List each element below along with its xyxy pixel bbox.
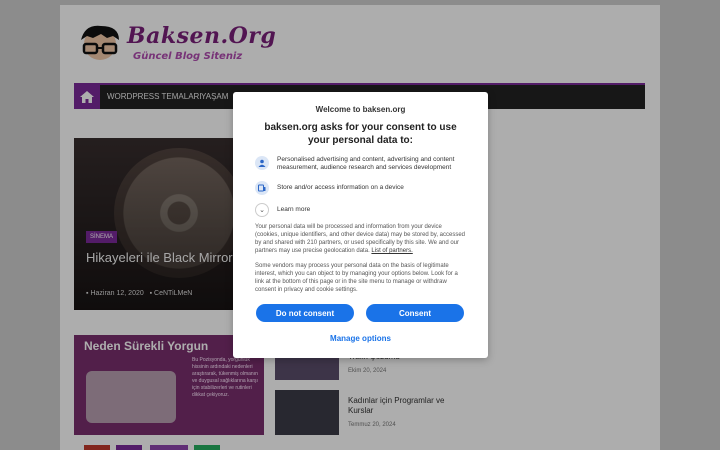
partners-link[interactable]: List of partners. xyxy=(371,248,412,254)
manage-options-link[interactable]: Manage options xyxy=(233,334,488,343)
consent-button[interactable]: Consent xyxy=(366,304,464,322)
consent-dialog: Welcome to baksen.org baksen.org asks fo… xyxy=(233,92,488,358)
consent-paragraph-1: Your personal data will be processed and… xyxy=(255,224,466,254)
chevron-down-icon: ⌄ xyxy=(255,203,269,217)
device-icon xyxy=(255,181,269,195)
learn-more-label: Learn more xyxy=(277,206,311,213)
person-icon xyxy=(255,156,269,170)
consent-paragraph-2: Some vendors may process your personal d… xyxy=(255,263,458,293)
do-not-consent-button[interactable]: Do not consent xyxy=(256,304,354,322)
consent-welcome: Welcome to baksen.org xyxy=(315,105,406,114)
consent-heading: baksen.org asks for your consent to use … xyxy=(264,122,457,146)
